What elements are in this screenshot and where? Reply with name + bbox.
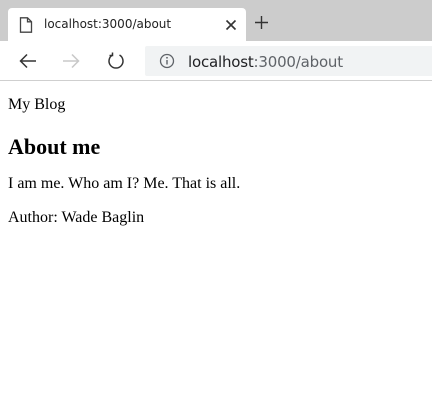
arrow-left-icon[interactable] bbox=[19, 52, 37, 70]
tab-title: localhost:3000/about bbox=[44, 17, 172, 31]
reload-icon[interactable] bbox=[107, 52, 125, 70]
page-icon bbox=[19, 17, 33, 33]
browser-toolbar: localhost:3000/about bbox=[0, 41, 432, 81]
plus-icon[interactable] bbox=[254, 15, 269, 30]
address-url[interactable]: localhost:3000/about bbox=[188, 53, 343, 71]
site-link[interactable]: My Blog bbox=[8, 96, 428, 114]
page-content: My Blog About me I am me. Who am I? Me. … bbox=[8, 96, 428, 227]
url-path: :3000/about bbox=[253, 53, 344, 71]
author-line: Author: Wade Baglin bbox=[8, 209, 145, 226]
close-icon[interactable] bbox=[225, 19, 237, 31]
arrow-right-icon[interactable] bbox=[62, 52, 80, 70]
page-title: About me bbox=[8, 134, 101, 159]
address-bar[interactable]: localhost:3000/about bbox=[145, 46, 432, 76]
url-host: localhost bbox=[188, 53, 254, 71]
tab-strip: localhost:3000/about bbox=[0, 0, 432, 41]
info-icon[interactable] bbox=[159, 53, 175, 69]
page-body: I am me. Who am I? Me. That is all. bbox=[8, 175, 241, 192]
browser-tab[interactable]: localhost:3000/about bbox=[8, 8, 246, 41]
